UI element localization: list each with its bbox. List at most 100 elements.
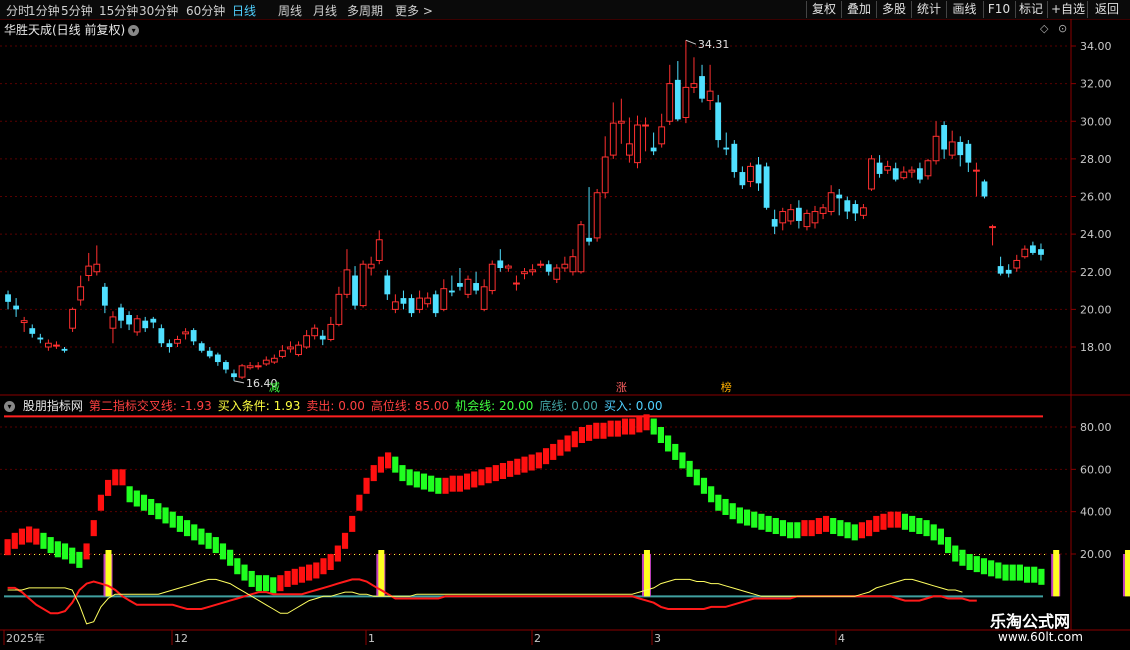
indicator-block [456,475,463,492]
indicator-block [1031,566,1038,583]
indicator-block [119,469,126,486]
candle-body-up [44,342,52,348]
chance-line-dot [589,554,590,555]
indicator-block [255,575,262,592]
indicator-block [442,477,449,494]
candle-body-down [166,343,173,347]
chance-line-dot [609,554,610,555]
indicator-block [262,575,270,592]
chance-line-dot [709,554,710,555]
candle-body-up [787,209,795,222]
indicator-block [686,460,693,477]
chevron-down-icon[interactable]: ▾ [4,401,15,412]
indicator-block [528,454,535,471]
chance-line-dot [1039,554,1040,555]
indicator-block [507,460,514,477]
candle-body-down [674,79,681,120]
candle-body-down [352,275,358,306]
indicator-block [995,562,1002,579]
candle-body-up [747,165,754,182]
indicator-block [729,503,736,520]
candle-body-up [303,335,311,348]
chance-line-dot [94,554,95,555]
candle-body-down [61,348,68,351]
chance-line-dot [219,554,220,555]
candle-body-up [908,169,916,173]
chance-line-dot [199,554,200,555]
candle-body-up [690,83,698,88]
candle-body-down [545,264,552,272]
indicator-value-3: 高位线: 85.00 [370,399,450,413]
candle-body-down [739,172,746,186]
chance-line-dot [389,554,390,555]
candle-body-up [424,297,432,305]
candle-body-up [973,169,980,172]
price-tick-label: 34.00 [1080,40,1112,53]
chance-line-dot [809,554,810,555]
chance-line-dot [539,554,540,555]
candle-body-up [287,346,294,350]
candle-body-up [666,83,674,122]
candle-body-up [480,286,488,310]
chance-line-dot [979,554,980,555]
chance-line-dot [799,554,800,555]
chance-line-dot [669,554,670,555]
chance-line-dot [924,554,925,555]
candle-body-up [569,256,577,273]
chance-line-dot [429,554,430,555]
candle-body-down [190,330,197,342]
indicator-block [61,543,69,560]
chance-line-dot [674,554,675,555]
indicator-block [90,520,97,537]
indicator-block [334,545,341,562]
indicator-value-4: 机会线: 20.00 [455,399,534,413]
indicator-block [11,532,18,549]
candle-body-down [384,275,391,295]
indicator-block [97,494,105,511]
chance-line-dot [29,554,30,555]
indicator-block [205,532,212,549]
chance-line-dot [299,554,300,555]
indicator-value-2: 卖出: 0.00 [306,399,365,413]
chance-line-dot [599,554,600,555]
chance-line-dot [489,554,490,555]
chance-line-dot [394,554,395,555]
candle-body-up [634,124,641,164]
indicator-block [643,414,650,431]
indicator-block [241,564,248,581]
chance-line-dot [844,554,845,555]
chance-line-dot [654,554,655,555]
indicator-block [18,528,26,545]
indicator-block [69,547,76,564]
chance-line-dot [274,554,275,555]
stock-chart[interactable]: 34.00 32.00 30.00 28.00 26.00 24.00 22.00 20.00… [0,0,1130,650]
chance-line-dot [424,554,425,555]
candle-body-down [101,286,108,306]
chance-line-dot [629,554,630,555]
chance-line-dot [714,554,715,555]
indicator-block [751,511,758,528]
candle-body-up [706,90,714,102]
candle-body-down [319,335,326,340]
chance-line-dot [404,554,405,555]
chance-line-dot [659,554,660,555]
candle-body-up [182,331,189,335]
time-label: 1 [368,632,375,645]
indicator-block [349,515,356,532]
candle-body-up [254,365,262,368]
chance-line-dot [944,554,945,555]
candle-body-up [464,278,472,295]
candle-body-up [779,211,787,224]
indicator-block [550,443,557,460]
price-tick-label: 24.00 [1080,228,1112,241]
indicator-block [234,558,241,575]
chance-line-dot [899,554,900,555]
candle-body-up [504,265,512,269]
candle-body-up [391,301,399,310]
chance-line-dot [1034,554,1035,555]
indicator-block [133,490,140,507]
chance-line-dot [679,554,680,555]
chance-line-dot [549,554,550,555]
candle-body-down [771,219,778,227]
candle-body-down [126,315,132,325]
